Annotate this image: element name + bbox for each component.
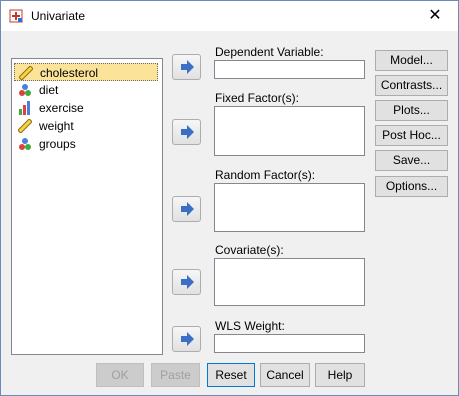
arrow-right-icon [181, 275, 194, 289]
variable-item-cholesterol[interactable]: cholesterol [14, 63, 158, 81]
variable-item-diet[interactable]: diet [14, 81, 158, 99]
fixed-factors-field[interactable] [214, 106, 365, 156]
scale-ruler-icon [18, 119, 32, 133]
move-to-dependent-button[interactable] [172, 54, 201, 80]
close-icon[interactable]: ✕ [412, 1, 458, 31]
source-variable-list[interactable]: cholesterol diet exercise weight groups [11, 58, 163, 355]
nominal-icon [19, 84, 31, 96]
title-bar: Univariate ✕ [1, 1, 458, 31]
variable-item-groups[interactable]: groups [14, 135, 158, 153]
move-to-fixed-factors-button[interactable] [172, 119, 201, 145]
univariate-dialog: Univariate ✕ cholesterol diet exercise w… [0, 0, 459, 396]
post-hoc-button[interactable]: Post Hoc... [375, 125, 448, 146]
ok-button[interactable]: OK [96, 363, 144, 387]
variable-item-weight[interactable]: weight [14, 117, 158, 135]
nominal-icon [19, 138, 31, 150]
move-to-random-factors-button[interactable] [172, 196, 201, 222]
random-factors-field[interactable] [214, 183, 365, 232]
variable-label: cholesterol [40, 66, 99, 80]
variable-label: exercise [39, 101, 84, 115]
cancel-button[interactable]: Cancel [260, 363, 310, 387]
help-button[interactable]: Help [315, 363, 365, 387]
fixed-factors-label: Fixed Factor(s): [215, 91, 300, 105]
contrasts-button[interactable]: Contrasts... [375, 75, 448, 96]
save-button[interactable]: Save... [375, 150, 448, 171]
options-button[interactable]: Options... [375, 176, 448, 197]
move-to-covariates-button[interactable] [172, 269, 201, 295]
dependent-variable-field[interactable] [214, 60, 365, 79]
arrow-right-icon [181, 125, 194, 139]
variable-label: groups [39, 137, 76, 151]
plots-button[interactable]: Plots... [375, 100, 448, 121]
covariates-label: Covariate(s): [215, 243, 284, 257]
variable-label: weight [39, 119, 74, 133]
move-to-wls-weight-button[interactable] [172, 326, 201, 352]
arrow-right-icon [181, 332, 194, 346]
wls-weight-field[interactable] [214, 334, 365, 353]
arrow-right-icon [181, 202, 194, 216]
variable-label: diet [39, 83, 59, 97]
covariates-field[interactable] [214, 258, 365, 306]
model-button[interactable]: Model... [375, 50, 448, 71]
paste-button[interactable]: Paste [151, 363, 200, 387]
window-title: Univariate [31, 9, 86, 23]
dependent-variable-label: Dependent Variable: [215, 45, 324, 59]
wls-weight-label: WLS Weight: [215, 319, 285, 333]
scale-ruler-icon [19, 66, 33, 80]
ordinal-icon [19, 101, 30, 115]
random-factors-label: Random Factor(s): [215, 168, 316, 182]
arrow-right-icon [181, 60, 194, 74]
spss-app-icon [9, 9, 23, 23]
reset-button[interactable]: Reset [207, 363, 255, 387]
variable-item-exercise[interactable]: exercise [14, 99, 158, 117]
